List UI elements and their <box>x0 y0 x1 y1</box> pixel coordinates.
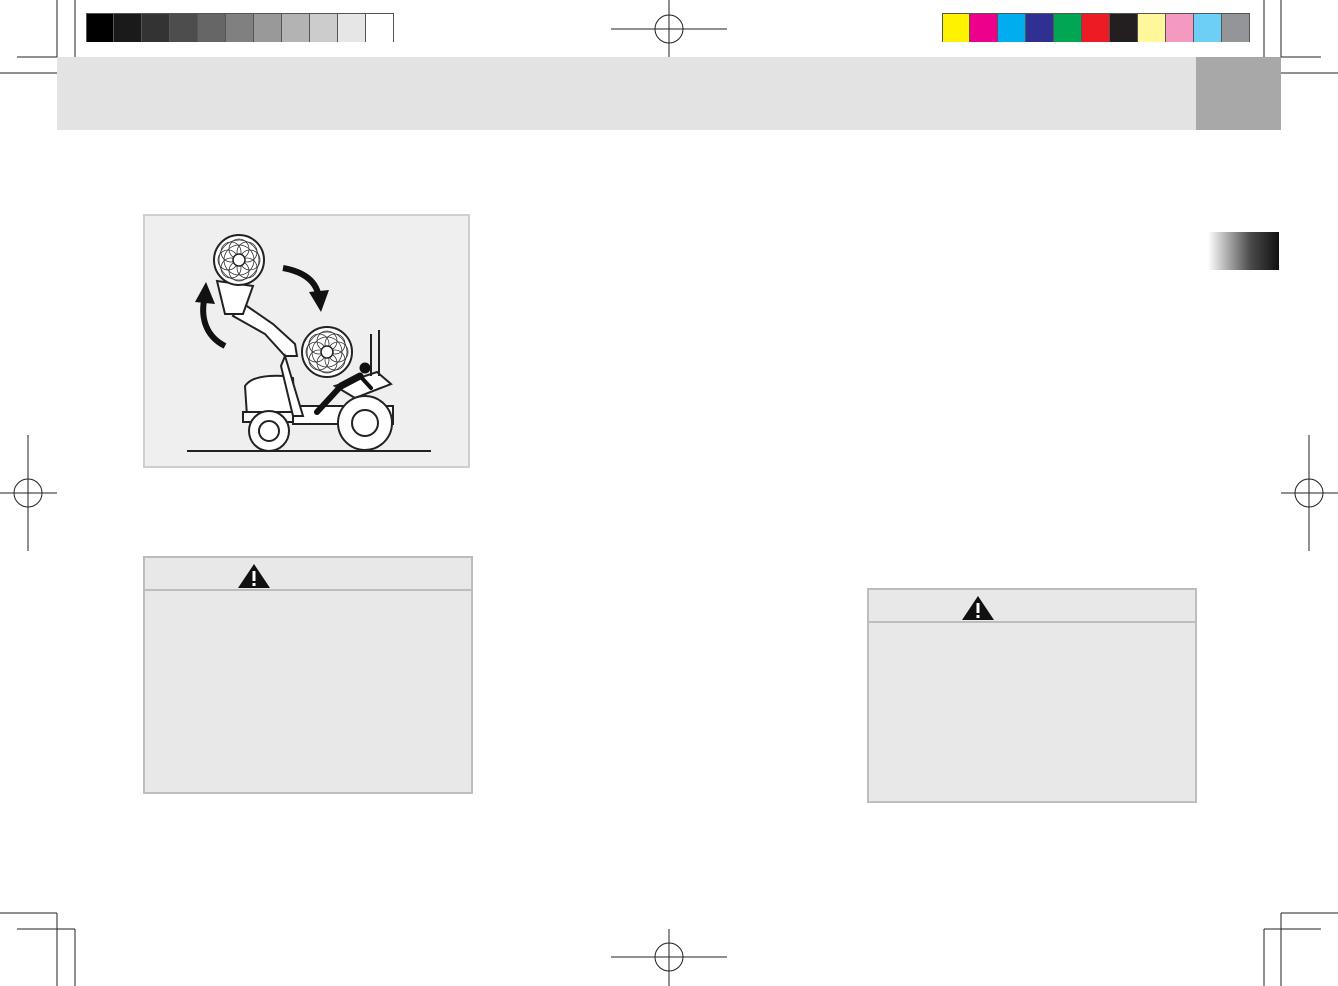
registration-target-right <box>1281 435 1338 551</box>
warning-header <box>145 558 471 591</box>
registration-target-bottom <box>611 929 727 986</box>
warning-header <box>869 590 1195 623</box>
warning-triangle-icon <box>962 596 994 620</box>
figure-panel <box>143 214 470 468</box>
chapter-side-tab <box>1208 232 1279 270</box>
header-band <box>57 57 1196 130</box>
warning-box-right <box>867 588 1197 803</box>
warning-triangle-icon <box>238 564 270 588</box>
tractor-loader-rollover-illustration <box>187 234 431 452</box>
registration-target-left <box>0 435 57 551</box>
header-section-tab <box>1196 57 1281 130</box>
registration-target-top <box>611 0 727 57</box>
crop-marks <box>0 0 1338 986</box>
warning-box-left <box>143 556 473 794</box>
